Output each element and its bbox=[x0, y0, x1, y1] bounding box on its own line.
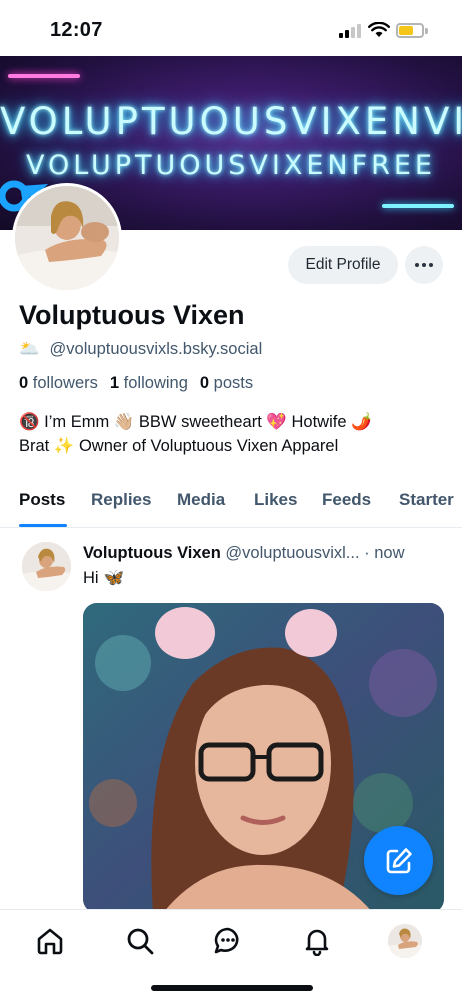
bio-line: Brat ✨ Owner of Voluptuous Vixen Apparel bbox=[19, 437, 339, 455]
more-icon bbox=[415, 263, 433, 267]
profile-handle[interactable]: @voluptuousvixls.bsky.social bbox=[50, 340, 263, 359]
compose-button[interactable] bbox=[364, 826, 433, 895]
followers-link[interactable]: 0 followers bbox=[19, 374, 98, 392]
avatar-photo bbox=[22, 542, 71, 591]
post-timestamp[interactable]: · now bbox=[364, 544, 404, 562]
battery-icon bbox=[396, 23, 424, 38]
edit-profile-button[interactable]: Edit Profile bbox=[288, 246, 398, 284]
home-icon bbox=[37, 928, 63, 955]
battery-cap bbox=[425, 28, 428, 34]
tab-media[interactable]: Media bbox=[177, 490, 225, 510]
post-text-content: Hi bbox=[83, 569, 99, 587]
chat-icon bbox=[214, 927, 239, 954]
nav-home[interactable] bbox=[33, 924, 67, 958]
bottom-navigation bbox=[0, 909, 462, 1000]
signal-icon bbox=[339, 24, 361, 38]
display-name: Voluptuous Vixen bbox=[19, 300, 245, 330]
tab-starter[interactable]: Starter bbox=[399, 490, 454, 510]
tab-replies[interactable]: Replies bbox=[91, 490, 151, 510]
post-author-handle[interactable]: @voluptuousvixl... bbox=[225, 544, 359, 562]
nav-search[interactable] bbox=[123, 924, 157, 958]
status-bar: 12:07 bbox=[0, 0, 462, 56]
tab-feeds[interactable]: Feeds bbox=[322, 490, 371, 510]
bio-line: 🔞 I’m Emm 👋🏼 BBW sweetheart 💖 Hotwife 🌶️ bbox=[19, 413, 372, 431]
posts-count: 0 posts bbox=[199, 374, 254, 392]
post-text: Hi 🦋 bbox=[83, 569, 124, 588]
bell-icon bbox=[305, 929, 329, 956]
post-header: Voluptuous Vixen @voluptuousvixl... · no… bbox=[83, 544, 453, 563]
more-options-button[interactable] bbox=[405, 246, 443, 284]
neon-decoration bbox=[8, 74, 80, 78]
handle-row: 🌥️ @voluptuousvixls.bsky.social bbox=[19, 340, 262, 359]
profile-stats: 0 followers 1 following 0 posts bbox=[19, 374, 253, 393]
post-author-name[interactable]: Voluptuous Vixen bbox=[83, 544, 221, 562]
banner-text-free: VOLUPTUOUSVIXENFREE bbox=[26, 150, 436, 181]
following-link[interactable]: 1 following bbox=[110, 374, 188, 392]
home-indicator bbox=[151, 985, 313, 991]
neon-decoration bbox=[382, 204, 454, 208]
tab-posts[interactable]: Posts bbox=[19, 490, 65, 510]
nav-notifications[interactable] bbox=[300, 924, 334, 958]
nav-chat[interactable] bbox=[211, 924, 245, 958]
wifi-icon bbox=[368, 22, 390, 37]
compose-icon bbox=[386, 847, 412, 873]
avatar-photo bbox=[388, 924, 422, 958]
status-time: 12:07 bbox=[50, 19, 103, 41]
banner-text-vip: VOLUPTUOUSVIXENVIP bbox=[0, 100, 462, 143]
tab-indicator bbox=[19, 524, 67, 527]
search-icon bbox=[127, 928, 154, 955]
profile-avatar[interactable] bbox=[12, 183, 122, 293]
profile-bio: 🔞 I’m Emm 👋🏼 BBW sweetheart 💖 Hotwife 🌶️… bbox=[19, 410, 449, 458]
avatar-photo bbox=[15, 186, 119, 290]
nav-profile-avatar[interactable] bbox=[388, 924, 422, 958]
post-author-avatar[interactable] bbox=[22, 542, 71, 591]
butterfly-emoji: 🦋 bbox=[103, 569, 125, 587]
handle-emoji: 🌥️ bbox=[19, 340, 40, 358]
profile-tabs: Posts Replies Media Likes Feeds Starter bbox=[0, 482, 462, 528]
tab-likes[interactable]: Likes bbox=[254, 490, 297, 510]
